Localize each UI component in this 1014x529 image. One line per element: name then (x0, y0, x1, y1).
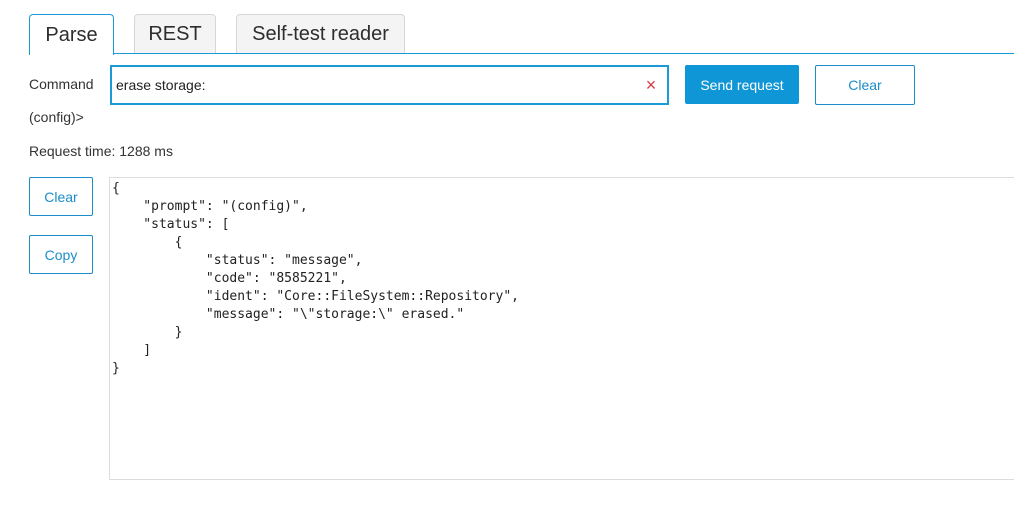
tab-rest[interactable]: REST (134, 14, 216, 53)
prompt-indicator: (config)> (29, 109, 84, 125)
tab-self-test-reader[interactable]: Self-test reader (236, 14, 405, 53)
clear-output-button[interactable]: Clear (29, 177, 93, 216)
page: Parse REST Self-test reader Command × Se… (0, 0, 1014, 529)
copy-output-button[interactable]: Copy (29, 235, 93, 274)
command-input[interactable] (116, 67, 637, 103)
tab-parse[interactable]: Parse (29, 14, 114, 57)
send-request-button[interactable]: Send request (685, 65, 799, 104)
response-output[interactable]: { "prompt": "(config)", "status": [ { "s… (109, 177, 1014, 480)
clear-input-icon[interactable]: × (641, 75, 661, 95)
tab-label: REST (148, 22, 202, 45)
clear-command-button[interactable]: Clear (815, 65, 915, 105)
tabs-divider (29, 53, 1014, 54)
command-label: Command (29, 76, 94, 92)
request-time: Request time: 1288 ms (29, 143, 173, 159)
tab-label: Parse (45, 23, 98, 46)
tab-label: Self-test reader (252, 22, 389, 45)
command-input-wrapper: × (110, 65, 669, 105)
